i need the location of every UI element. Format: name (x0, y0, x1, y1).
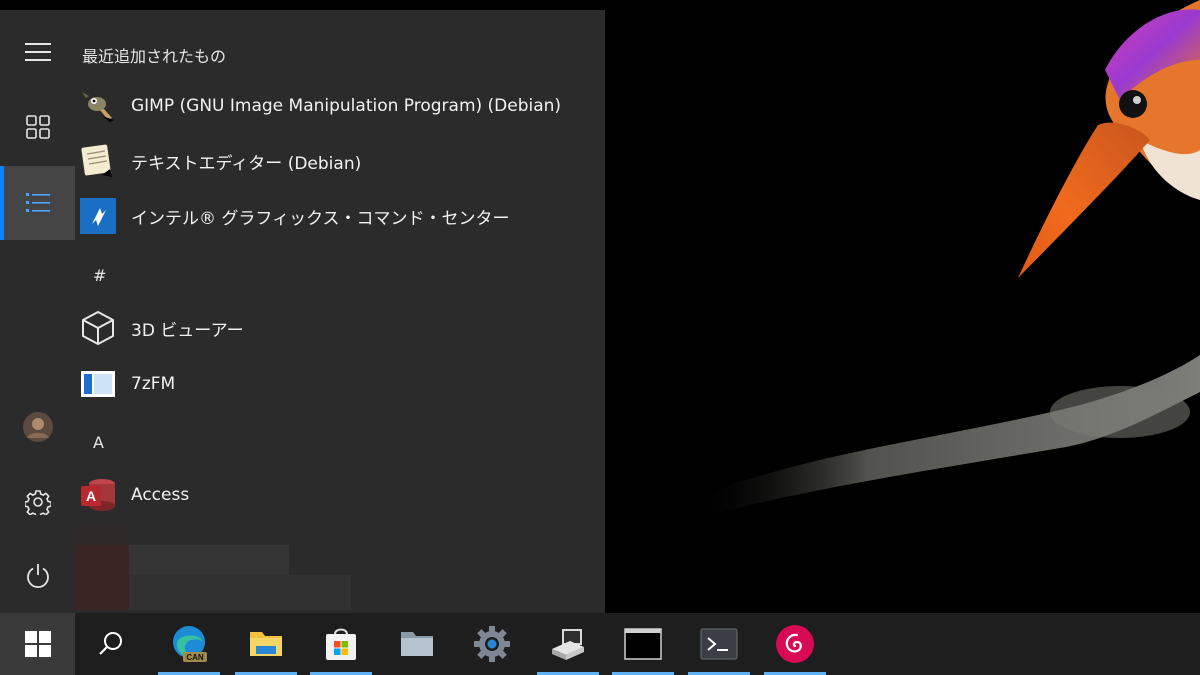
app-list: 最近追加されたもの GIMP (GNU Image Manipulation P… (75, 10, 605, 613)
search-icon (99, 632, 122, 655)
edge-taskbar-button[interactable]: CAN (158, 613, 220, 675)
app-item-gimp[interactable]: GIMP (GNU Image Manipulation Program) (D… (75, 81, 605, 131)
app-item-access[interactable]: A Access (75, 470, 605, 520)
3d-viewer-icon (80, 310, 116, 346)
group-header-a[interactable]: A (93, 433, 104, 452)
command-prompt-icon (624, 628, 662, 660)
app-item-7zfm[interactable]: 7zFM (75, 359, 605, 409)
settings-icon (474, 626, 510, 662)
edge-icon: CAN (173, 626, 207, 662)
taskbar: CAN (0, 613, 1200, 675)
7zfm-icon (80, 366, 116, 402)
file-explorer-icon (250, 632, 282, 656)
gear-icon (24, 490, 51, 515)
svg-text:A: A (86, 488, 96, 504)
store-taskbar-button[interactable] (310, 613, 372, 675)
access-icon: A (80, 477, 116, 513)
list-icon (25, 193, 50, 212)
app-label: GIMP (GNU Image Manipulation Program) (D… (131, 96, 562, 116)
start-menu-rail (0, 10, 75, 613)
device-manager-taskbar-button[interactable] (537, 613, 599, 675)
app-label: インテル® グラフィックス・コマンド・センター (131, 208, 510, 229)
intel-graphics-icon (80, 198, 116, 234)
device-manager-icon (552, 629, 584, 660)
app-item-intel-graphics[interactable]: インテル® グラフィックス・コマンド・センター (75, 191, 605, 241)
terminal-icon (700, 628, 738, 660)
debian-taskbar-button[interactable] (764, 613, 826, 675)
command-prompt-taskbar-button[interactable] (612, 613, 674, 675)
start-menu: 最近追加されたもの GIMP (GNU Image Manipulation P… (0, 10, 605, 613)
terminal-taskbar-button[interactable] (688, 613, 750, 675)
app-label: 3D ビューアー (131, 320, 244, 341)
app-item-3d-viewer[interactable]: 3D ビューアー (75, 303, 605, 353)
windows-start-icon (24, 631, 51, 657)
svg-text:CAN: CAN (186, 653, 204, 662)
power-button[interactable] (0, 539, 75, 613)
settings-taskbar-button[interactable] (461, 613, 523, 675)
user-account-button[interactable] (0, 390, 75, 464)
menu-icon (24, 43, 51, 61)
app-item-text-editor[interactable]: テキストエディター (Debian) (75, 136, 605, 186)
tiles-icon (25, 115, 50, 139)
app-label: 7zFM (131, 374, 176, 394)
group-header-hash[interactable]: # (93, 266, 106, 285)
store-icon (326, 628, 356, 660)
all-apps-button[interactable] (0, 166, 75, 240)
folder-icon (401, 632, 433, 656)
avatar (22, 412, 53, 442)
debian-icon (776, 625, 814, 663)
gimp-icon (80, 88, 116, 124)
text-editor-icon (80, 143, 116, 179)
menu-button[interactable] (0, 15, 75, 89)
tiles-button[interactable] (0, 90, 75, 164)
settings-button[interactable] (0, 465, 75, 539)
recent-section-title: 最近追加されたもの (82, 47, 227, 66)
folder-taskbar-button[interactable] (386, 613, 448, 675)
redacted-app-label (129, 575, 351, 610)
redacted-pixel (75, 525, 129, 545)
app-label: Access (131, 485, 190, 505)
search-button[interactable] (75, 613, 147, 675)
start-button[interactable] (0, 613, 75, 675)
file-explorer-taskbar-button[interactable] (235, 613, 297, 675)
power-icon (26, 564, 49, 589)
redacted-app-label (129, 545, 289, 575)
app-label: テキストエディター (Debian) (131, 153, 362, 174)
